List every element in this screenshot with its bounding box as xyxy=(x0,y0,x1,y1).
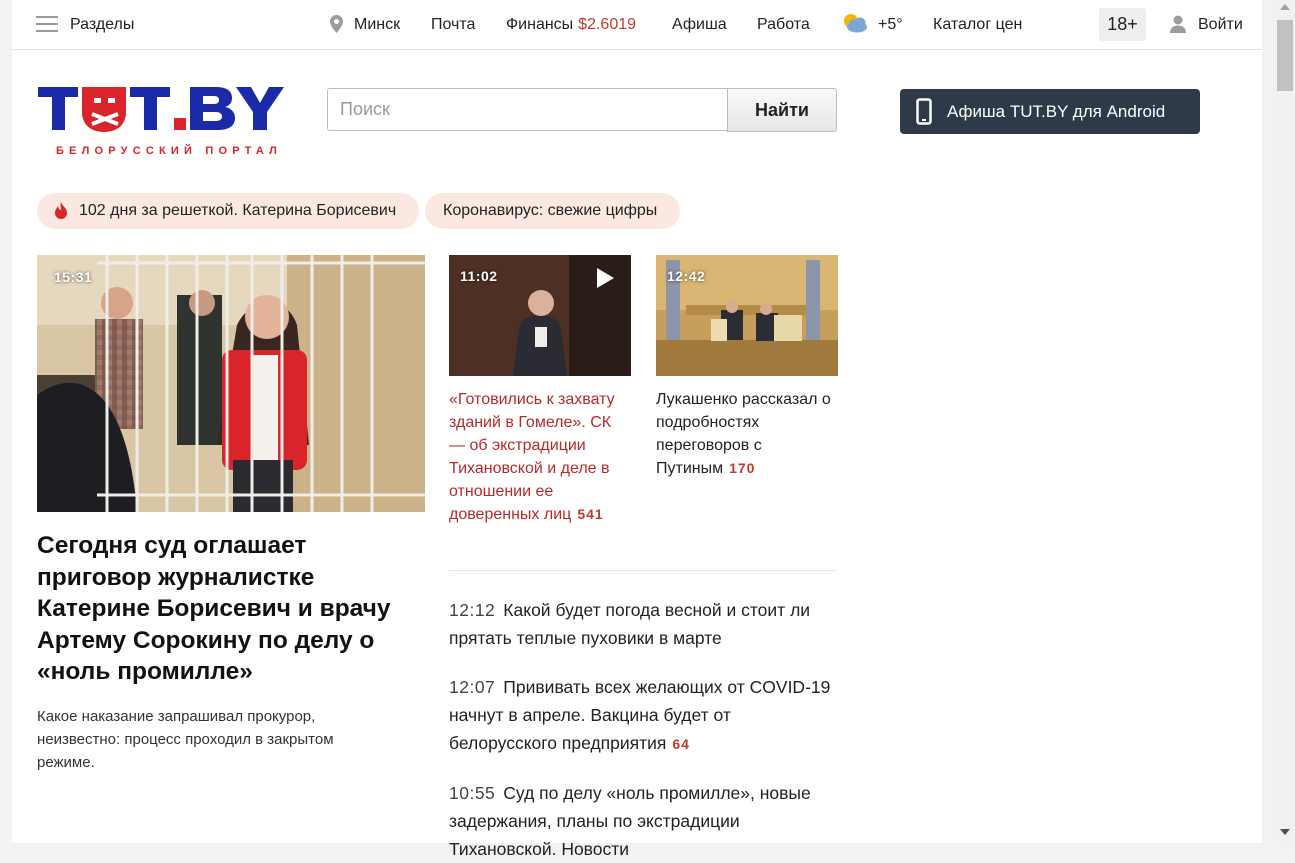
card-time: 12:42 xyxy=(667,268,706,284)
search-button[interactable]: Найти xyxy=(727,88,837,132)
card-time: 11:02 xyxy=(460,268,498,284)
login-link[interactable]: Войти xyxy=(1198,0,1243,49)
android-app-label: Афиша TUT.BY для Android xyxy=(947,102,1166,121)
tag-borisevich[interactable]: 102 дня за решеткой. Катерина Борисевич xyxy=(37,193,419,229)
scroll-down-icon[interactable] xyxy=(1280,829,1290,835)
news-time: 12:07 xyxy=(449,677,496,697)
page: Разделы Минск Почта Финансы $2.6019 Афиша… xyxy=(12,0,1262,859)
search-input[interactable] xyxy=(327,88,727,131)
weather-link[interactable]: +5° xyxy=(878,0,903,49)
scroll-thumb[interactable] xyxy=(1277,20,1293,91)
logo-subtitle: БЕЛОРУССКИЙ ПОРТАЛ xyxy=(56,144,282,157)
age-badge: 18+ xyxy=(1099,8,1146,41)
tag-label: Коронавирус: свежие цифры xyxy=(443,202,658,219)
mail-link[interactable]: Почта xyxy=(431,0,475,49)
afisha-link[interactable]: Афиша xyxy=(672,0,727,49)
sections-link[interactable]: Разделы xyxy=(70,0,134,49)
main-story-title[interactable]: Сегодня суд оглашает приговор журналистк… xyxy=(37,530,422,688)
news-item[interactable]: 12:12 Какой будет погода весной и стоит л… xyxy=(449,596,839,652)
comment-count: 64 xyxy=(672,736,690,752)
card-thumbnail[interactable]: 12:42 xyxy=(656,255,838,376)
card-thumbnail[interactable]: 11:02 xyxy=(449,255,631,376)
weather-cloud-sun-icon xyxy=(844,14,867,33)
main-story-lead: Какое наказание запрашивал прокурор, неи… xyxy=(37,708,334,771)
divider xyxy=(449,570,837,571)
news-time: 12:12 xyxy=(449,600,496,620)
courtroom-image xyxy=(37,255,425,512)
news-item[interactable]: 12:07 Прививать всех желающих от COVID-19… xyxy=(449,673,839,758)
site-logo[interactable]: БЕЛОРУССКИЙ ПОРТАЛ xyxy=(38,84,300,160)
news-title: Какой будет погода весной и стоит ли пря… xyxy=(449,600,811,648)
card-title: «Готовились к захвату зданий в Гомеле». … xyxy=(449,391,615,523)
card-title-link[interactable]: «Готовились к захвату зданий в Гомеле». … xyxy=(449,388,629,526)
tag-label: 102 дня за решеткой. Катерина Борисевич xyxy=(79,202,397,219)
play-icon xyxy=(597,268,614,288)
android-app-button[interactable]: Афиша TUT.BY для Android xyxy=(900,89,1200,134)
scrollbar[interactable] xyxy=(1275,0,1295,843)
news-title: Прививать всех желающих от COVID-19 начн… xyxy=(449,677,831,753)
news-title: Суд по делу «ноль промилле», новые задер… xyxy=(449,783,811,859)
card-title-link[interactable]: Лукашенко рассказал о подробностях перег… xyxy=(656,388,836,480)
finance-link[interactable]: Финансы $2.6019 xyxy=(506,0,636,49)
story-time: 15:31 xyxy=(54,269,93,285)
menu-icon[interactable] xyxy=(36,16,58,32)
city-link[interactable]: Минск xyxy=(354,0,400,49)
finance-label: Финансы xyxy=(506,16,574,33)
user-icon xyxy=(1170,15,1186,33)
comment-count: 541 xyxy=(577,506,604,522)
comment-count: 170 xyxy=(729,460,756,476)
fire-icon xyxy=(55,202,67,219)
phone-icon xyxy=(916,98,932,125)
usd-rate: $2.6019 xyxy=(578,16,637,33)
location-pin-icon xyxy=(330,15,343,33)
work-link[interactable]: Работа xyxy=(757,0,810,49)
news-time: 10:55 xyxy=(449,783,496,803)
tag-coronavirus[interactable]: Коронавирус: свежие цифры xyxy=(425,193,680,229)
news-item[interactable]: 10:55 Суд по делу «ноль промилле», новые … xyxy=(449,779,839,863)
catalog-link[interactable]: Каталог цен xyxy=(933,0,1022,49)
scroll-up-icon[interactable] xyxy=(1280,4,1290,10)
top-bar: Разделы Минск Почта Финансы $2.6019 Афиша… xyxy=(12,0,1262,50)
main-story-photo[interactable]: 15:31 xyxy=(37,255,425,512)
